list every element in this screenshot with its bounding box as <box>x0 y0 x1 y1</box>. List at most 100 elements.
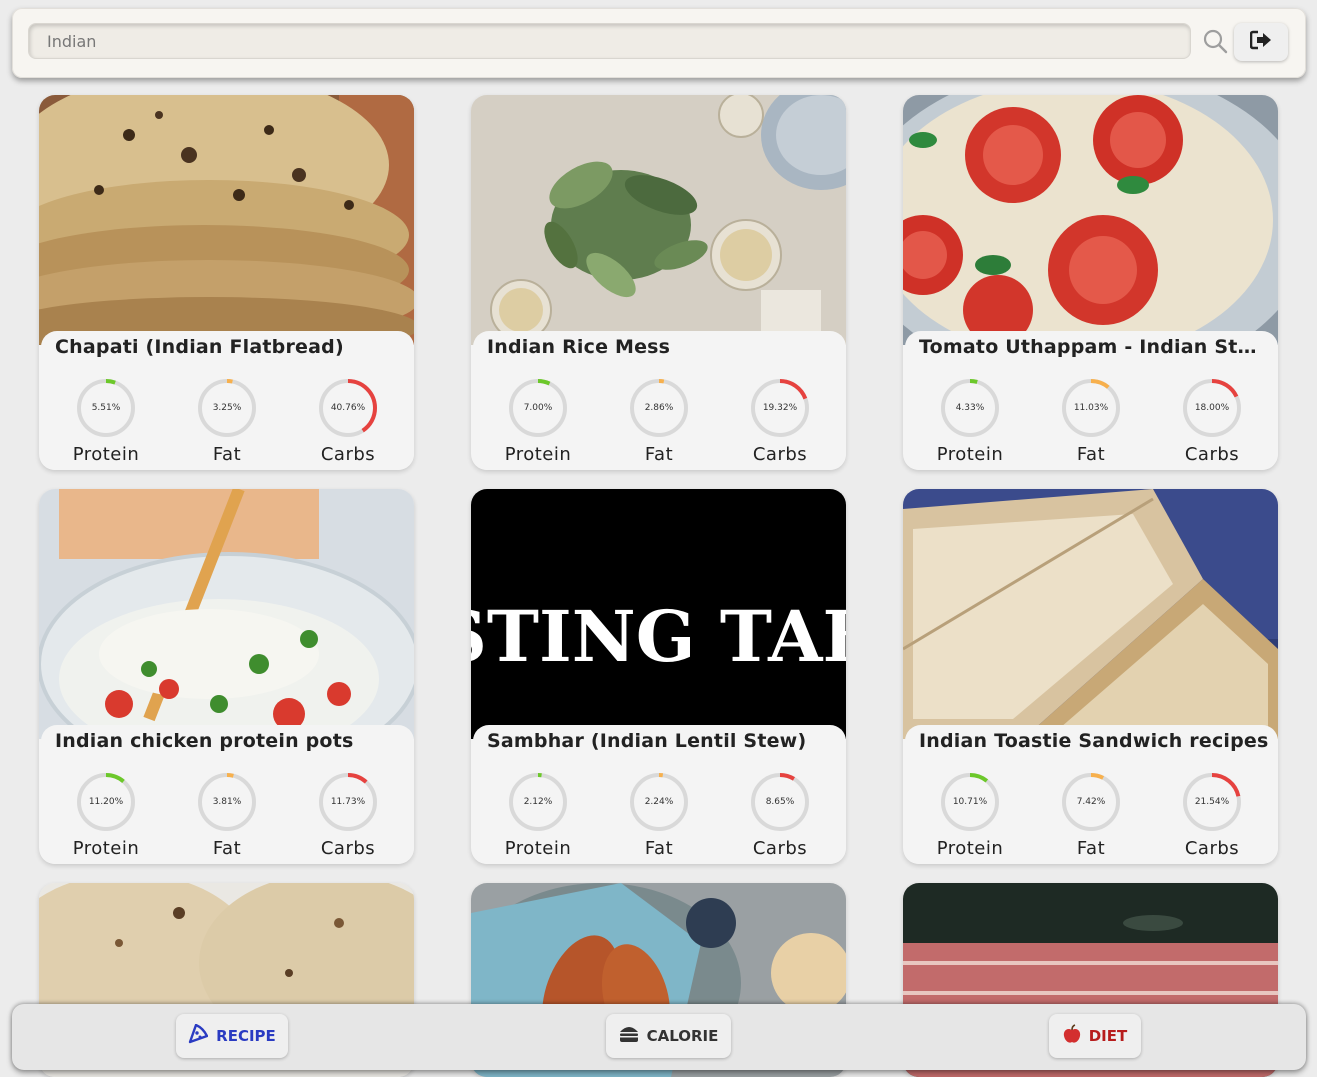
fat-ring: 3.81% <box>197 772 257 832</box>
logout-button[interactable] <box>1234 23 1288 61</box>
protein-ring: 5.51% <box>76 378 136 438</box>
protein-label: Protein <box>72 444 140 465</box>
protein-ring: 2.12% <box>508 772 568 832</box>
recipe-card[interactable]: Tomato Uthappam - Indian Style ... 4.33%… <box>903 95 1278 470</box>
protein-label: Protein <box>936 838 1004 859</box>
nav-diet-button[interactable]: DIET <box>1049 1014 1141 1058</box>
fat-value: 2.86% <box>644 403 674 413</box>
search-icon[interactable] <box>1202 28 1228 54</box>
carbs-stat: 19.32% Carbs <box>735 378 825 465</box>
recipe-image-uthappam[interactable] <box>903 95 1278 345</box>
recipe-info: Chapati (Indian Flatbread) 5.51% Protein … <box>41 331 414 470</box>
fat-label: Fat <box>1076 444 1106 465</box>
fat-stat: 3.25% Fat <box>182 378 272 465</box>
recipe-info: Tomato Uthappam - Indian Style ... 4.33%… <box>905 331 1278 470</box>
apple-icon <box>1063 1024 1081 1048</box>
fat-stat: 2.86% Fat <box>614 378 704 465</box>
fat-label: Fat <box>212 444 242 465</box>
carbs-stat: 11.73% Carbs <box>303 772 393 859</box>
logo-text: TASTING TABLE <box>471 595 846 678</box>
nav-diet-label: DIET <box>1088 1027 1128 1045</box>
carbs-label: Carbs <box>1184 444 1240 465</box>
carbs-stat: 18.00% Carbs <box>1167 378 1257 465</box>
protein-label: Protein <box>936 444 1004 465</box>
search-input[interactable] <box>28 23 1191 59</box>
protein-value: 7.00% <box>523 403 553 413</box>
fat-label: Fat <box>1076 838 1106 859</box>
protein-value: 2.12% <box>523 797 553 807</box>
protein-stat: 11.20% Protein <box>61 772 151 859</box>
recipe-card[interactable]: Indian chicken protein pots 11.20% Protei… <box>39 489 414 864</box>
carbs-ring: 21.54% <box>1182 772 1242 832</box>
fat-label: Fat <box>212 838 242 859</box>
carbs-ring: 8.65% <box>750 772 810 832</box>
nav-recipe-label: RECIPE <box>216 1027 276 1045</box>
fat-value: 3.25% <box>212 403 242 413</box>
recipe-title: Indian Toastie Sandwich recipes <box>919 730 1269 752</box>
recipe-card[interactable]: TASTING TABLE Sambhar (Indian Lentil Ste… <box>471 489 846 864</box>
carbs-stat: 21.54% Carbs <box>1167 772 1257 859</box>
recipe-image-tasting-table-logo[interactable]: TASTING TABLE <box>471 489 846 739</box>
recipe-title: Indian Rice Mess <box>487 336 671 358</box>
fat-value: 3.81% <box>212 797 242 807</box>
carbs-value: 18.00% <box>1194 403 1230 413</box>
nav-calorie-button[interactable]: CALORIE <box>606 1014 731 1058</box>
fat-ring: 7.42% <box>1061 772 1121 832</box>
recipe-image-rice-mess[interactable] <box>471 95 846 345</box>
recipe-title: Sambhar (Indian Lentil Stew) <box>487 730 807 752</box>
pizza-icon <box>188 1023 209 1048</box>
fat-stat: 7.42% Fat <box>1046 772 1136 859</box>
nav-recipe-button[interactable]: RECIPE <box>176 1014 288 1058</box>
protein-value: 11.20% <box>88 797 124 807</box>
fat-label: Fat <box>644 444 674 465</box>
recipe-image-toastie[interactable] <box>903 489 1278 739</box>
nav-calorie-label: CALORIE <box>646 1027 719 1045</box>
recipe-card[interactable]: Indian Toastie Sandwich recipes 10.71% Pr… <box>903 489 1278 864</box>
carbs-label: Carbs <box>1184 838 1240 859</box>
recipe-image-chicken-pots[interactable] <box>39 489 414 739</box>
protein-label: Protein <box>504 838 572 859</box>
recipe-info: Indian Rice Mess 7.00% Protein 2.86% Fat 1… <box>473 331 846 470</box>
carbs-value: 21.54% <box>1194 797 1230 807</box>
carbs-value: 19.32% <box>762 403 798 413</box>
fat-value: 11.03% <box>1073 403 1109 413</box>
protein-value: 4.33% <box>955 403 985 413</box>
fat-ring: 2.86% <box>629 378 689 438</box>
protein-ring: 4.33% <box>940 378 1000 438</box>
recipe-info: Indian chicken protein pots 11.20% Protei… <box>41 725 414 864</box>
carbs-label: Carbs <box>752 444 808 465</box>
protein-stat: 10.71% Protein <box>925 772 1015 859</box>
recipe-title: Indian chicken protein pots <box>55 730 354 752</box>
carbs-ring: 19.32% <box>750 378 810 438</box>
carbs-ring: 18.00% <box>1182 378 1242 438</box>
fat-value: 7.42% <box>1076 797 1106 807</box>
fat-value: 2.24% <box>644 797 674 807</box>
protein-ring: 11.20% <box>76 772 136 832</box>
protein-stat: 7.00% Protein <box>493 378 583 465</box>
recipe-grid: Chapati (Indian Flatbread) 5.51% Protein … <box>0 0 1317 1077</box>
recipe-info: Indian Toastie Sandwich recipes 10.71% Pr… <box>905 725 1278 864</box>
search-bar <box>12 8 1306 78</box>
protein-label: Protein <box>72 838 140 859</box>
fat-ring: 11.03% <box>1061 378 1121 438</box>
protein-stat: 5.51% Protein <box>61 378 151 465</box>
carbs-ring: 11.73% <box>318 772 378 832</box>
recipe-image-chapati[interactable] <box>39 95 414 345</box>
protein-stat: 2.12% Protein <box>493 772 583 859</box>
protein-label: Protein <box>504 444 572 465</box>
carbs-ring: 40.76% <box>318 378 378 438</box>
protein-stat: 4.33% Protein <box>925 378 1015 465</box>
carbs-label: Carbs <box>752 838 808 859</box>
carbs-label: Carbs <box>320 838 376 859</box>
carbs-stat: 40.76% Carbs <box>303 378 393 465</box>
recipe-card[interactable]: Indian Rice Mess 7.00% Protein 2.86% Fat 1… <box>471 95 846 470</box>
fat-ring: 2.24% <box>629 772 689 832</box>
fat-stat: 2.24% Fat <box>614 772 704 859</box>
fat-stat: 11.03% Fat <box>1046 378 1136 465</box>
protein-value: 10.71% <box>952 797 988 807</box>
carbs-label: Carbs <box>320 444 376 465</box>
recipe-card[interactable]: Chapati (Indian Flatbread) 5.51% Protein … <box>39 95 414 470</box>
protein-ring: 7.00% <box>508 378 568 438</box>
carbs-stat: 8.65% Carbs <box>735 772 825 859</box>
bottom-nav: RECIPE CALORIE DIET <box>12 1004 1306 1070</box>
